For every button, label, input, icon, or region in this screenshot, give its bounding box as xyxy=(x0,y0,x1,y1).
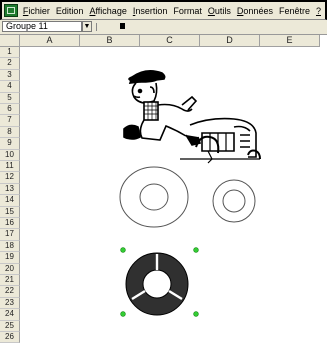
row-header[interactable]: 25 xyxy=(0,320,20,332)
menu-item[interactable]: Fenêtre xyxy=(277,6,312,16)
row-header[interactable]: 7 xyxy=(0,115,20,127)
formula-bar-separator xyxy=(96,23,97,31)
menu-item-mnemonic: O xyxy=(207,5,215,16)
column-header[interactable]: A xyxy=(20,35,80,47)
row-header[interactable]: 12 xyxy=(0,172,20,184)
row-header[interactable]: 13 xyxy=(0,183,20,196)
menu-items: Fichier Edition Affichage Insertion Format Ou… xyxy=(21,6,325,16)
function-icon[interactable] xyxy=(120,23,125,29)
menu-item-label: Format xyxy=(173,5,202,16)
row-header[interactable]: 11 xyxy=(0,161,20,173)
menu-item[interactable]: Données xyxy=(235,6,275,16)
menu-item[interactable]: Affichage xyxy=(87,6,128,16)
name-box[interactable]: Groupe 11 xyxy=(2,21,82,32)
menu-item-label: Edition xyxy=(55,5,84,16)
menu-item-label: utils xyxy=(214,5,231,16)
row-header[interactable]: 23 xyxy=(0,297,20,310)
row-header[interactable]: 8 xyxy=(0,126,20,139)
row-header[interactable]: 22 xyxy=(0,286,20,298)
row-header[interactable]: 4 xyxy=(0,81,20,93)
formula-bar: Groupe 11 ▼ xyxy=(0,20,327,35)
dropdown-arrow-icon[interactable]: ▼ xyxy=(82,21,92,32)
column-header[interactable]: D xyxy=(200,35,260,47)
row-header[interactable]: 21 xyxy=(0,275,20,287)
menu-item-label: ichier xyxy=(28,5,50,16)
menu-item[interactable]: Format xyxy=(171,6,204,16)
excel-app-icon[interactable] xyxy=(4,4,18,17)
row-header[interactable]: 9 xyxy=(0,138,20,150)
menu-item-label: Fenêtre xyxy=(278,5,310,16)
column-header[interactable]: E xyxy=(260,35,320,47)
row-header[interactable]: 16 xyxy=(0,218,20,230)
column-header[interactable]: C xyxy=(140,35,200,47)
menu-item-label: onnées xyxy=(243,5,273,16)
row-header[interactable]: 3 xyxy=(0,69,20,82)
menu-item[interactable]: Outils xyxy=(206,6,233,16)
row-header[interactable]: 15 xyxy=(0,206,20,218)
row-header[interactable]: 5 xyxy=(0,92,20,104)
row-header[interactable]: 18 xyxy=(0,240,20,253)
menu-item-label: ffichage xyxy=(95,5,127,16)
large-washer-ring[interactable] xyxy=(119,166,189,228)
menu-item-label: nsertion xyxy=(135,5,168,16)
menu-item[interactable]: ? xyxy=(314,6,323,16)
column-header[interactable]: B xyxy=(80,35,140,47)
row-header[interactable]: 24 xyxy=(0,309,20,321)
small-washer-ring[interactable] xyxy=(212,179,256,223)
row-header[interactable]: 2 xyxy=(0,58,20,70)
farmer-on-tractor-clipart[interactable] xyxy=(123,69,261,164)
row-header[interactable]: 10 xyxy=(0,149,20,161)
row-header[interactable]: 6 xyxy=(0,104,20,116)
select-all-corner[interactable] xyxy=(0,35,20,47)
menu-item-mnemonic: ? xyxy=(315,5,321,16)
menu-bar: Fichier Edition Affichage Insertion Format Ou… xyxy=(0,0,327,20)
drawing-layer xyxy=(119,69,261,317)
window-edge xyxy=(320,35,327,342)
selected-dark-segmented-ring[interactable] xyxy=(120,247,199,317)
menu-item[interactable]: Edition xyxy=(54,6,86,16)
worksheet-grid[interactable] xyxy=(20,47,320,342)
row-header[interactable]: 19 xyxy=(0,252,20,264)
row-header[interactable]: 20 xyxy=(0,263,20,275)
row-header[interactable]: 26 xyxy=(0,332,20,343)
row-header[interactable]: 1 xyxy=(0,47,20,59)
row-header[interactable]: 14 xyxy=(0,195,20,207)
menu-item[interactable]: Fichier xyxy=(21,6,52,16)
menu-item[interactable]: Insertion xyxy=(131,6,170,16)
row-header[interactable]: 17 xyxy=(0,229,20,241)
